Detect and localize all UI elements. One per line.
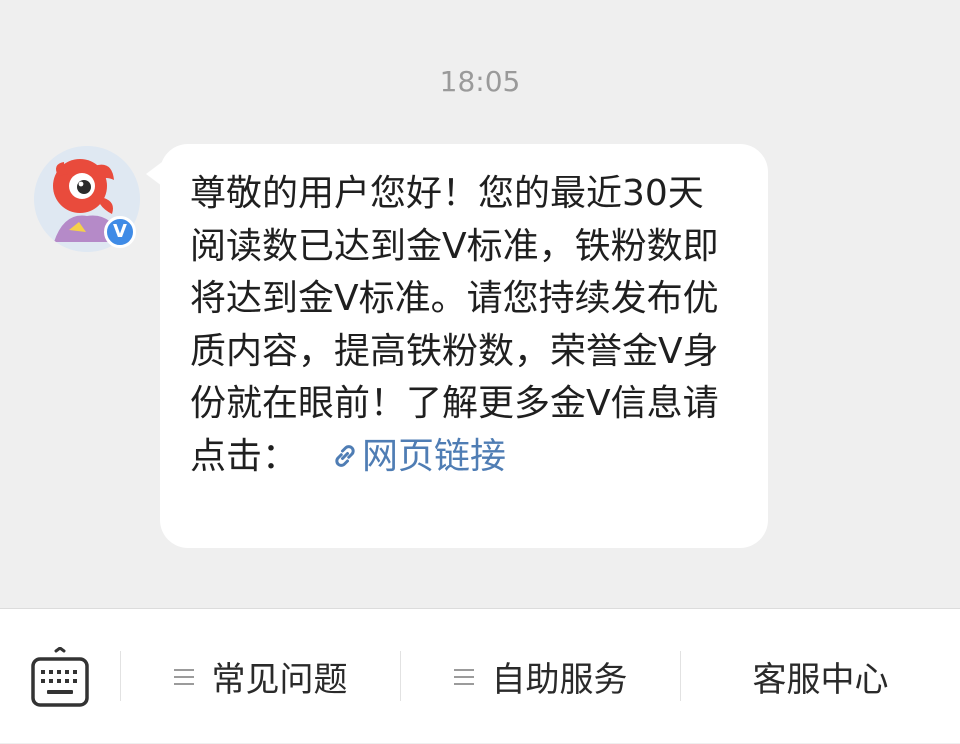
verified-badge-icon: V <box>104 216 136 248</box>
menu-lines-icon <box>453 668 474 685</box>
bubble-tail <box>146 162 162 186</box>
message-timestamp: 18:05 <box>439 65 521 98</box>
link-icon <box>335 444 355 467</box>
menu-item-faq-label: 常见问题 <box>211 660 348 700</box>
keyboard-icon <box>31 647 89 707</box>
message-text: 尊敬的用户您好！您的最近30天阅读数已达到金V标准，铁粉数即将达到金V标准。请您… <box>190 168 738 483</box>
menu-item-customer-service-label: 客服中心 <box>752 660 889 700</box>
menu-item-customer-service[interactable]: 客服中心 <box>681 609 960 744</box>
message-bubble: 尊敬的用户您好！您的最近30天阅读数已达到金V标准，铁粉数即将达到金V标准。请您… <box>146 144 768 548</box>
bottom-menu-bar: 常见问题 自助服务 客服中心 <box>0 608 960 743</box>
chat-area: 18:05 V 尊敬的用户您好！您的最近30天阅读数已达到金V标准，铁粉数即将达… <box>0 0 960 608</box>
menu-lines-icon <box>173 668 194 685</box>
keyboard-toggle-button[interactable] <box>28 647 92 711</box>
message-body: 尊敬的用户您好！您的最近30天阅读数已达到金V标准，铁粉数即将达到金V标准。请您… <box>190 173 719 477</box>
web-link-label: 网页链接 <box>362 435 507 477</box>
menu-item-self-service[interactable]: 自助服务 <box>401 609 680 744</box>
menu-item-faq[interactable]: 常见问题 <box>121 609 400 744</box>
web-link[interactable]: 网页链接 <box>330 436 506 477</box>
menu-item-self-service-label: 自助服务 <box>491 660 628 700</box>
